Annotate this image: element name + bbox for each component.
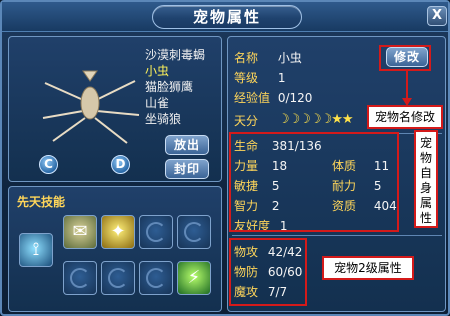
pet-attributes-window: 宠物属性 X 沙漠刺毒蝎 小虫 猫脸狮鹰 山雀 坐骑狼 C D 放出 封印 先天… xyxy=(0,0,450,316)
empty-skill-slot[interactable] xyxy=(139,261,173,295)
rotate-left-button[interactable]: C xyxy=(39,155,58,174)
level-label: 等级 xyxy=(234,71,259,85)
empty-skill-slot[interactable] xyxy=(63,261,97,295)
release-button[interactable]: 放出 xyxy=(165,135,209,155)
annotation-char: 物 xyxy=(419,151,432,165)
talent-label: 天分 xyxy=(234,114,259,128)
self-attrs-annotation: 宠 物 自 身 属 性 xyxy=(416,132,436,226)
annotation-char: 身 xyxy=(419,181,432,195)
scroll-glyph-icon: ⟟ xyxy=(32,239,40,260)
level-value: 1 xyxy=(277,71,286,85)
empty-slot-icon xyxy=(70,268,90,288)
annotation-char: 性 xyxy=(419,211,432,225)
pet-list-item-selected[interactable]: 小虫 xyxy=(145,63,205,79)
pet-panel: 沙漠刺毒蝎 小虫 猫脸狮鹰 山雀 坐骑狼 C D 放出 封印 xyxy=(8,36,222,182)
exp-label: 经验值 xyxy=(234,91,271,105)
empty-slot-icon xyxy=(146,222,166,242)
self-attrs-highlight-box xyxy=(229,132,399,232)
paper-glyph-icon: ✉ xyxy=(72,221,88,242)
empty-slot-icon xyxy=(184,222,204,242)
green-lightning-icon[interactable]: ⚡ xyxy=(177,261,211,295)
claw-glyph-icon: ✦ xyxy=(110,221,126,242)
level-row: 等级 1 xyxy=(234,69,285,86)
innate-skills-title: 先天技能 xyxy=(17,195,66,209)
pet-list: 沙漠刺毒蝎 小虫 猫脸狮鹰 山雀 坐骑狼 xyxy=(145,47,205,127)
pet-list-item[interactable]: 猫脸狮鹰 xyxy=(145,79,205,95)
annotation-char: 宠 xyxy=(419,136,432,150)
divider xyxy=(232,235,442,236)
annotation-char: 自 xyxy=(419,166,432,180)
secondary-annotation: 宠物2级属性 xyxy=(324,258,412,278)
name-value: 小虫 xyxy=(277,51,302,65)
pet-list-item[interactable]: 山雀 xyxy=(145,95,205,111)
close-button[interactable]: X xyxy=(427,6,447,26)
empty-skill-slot[interactable] xyxy=(101,261,135,295)
paper-scroll-icon[interactable]: ✉ xyxy=(63,215,97,249)
talent-stars-icon: ☽☽☽☽☽★★ xyxy=(278,112,354,127)
pet-list-item[interactable]: 沙漠刺毒蝎 xyxy=(145,47,205,63)
empty-skill-slot[interactable] xyxy=(139,215,173,249)
annotation-char: 属 xyxy=(419,196,432,210)
empty-slot-icon xyxy=(146,268,166,288)
empty-skill-slot[interactable] xyxy=(177,215,211,249)
lightning-glyph-icon: ⚡ xyxy=(187,267,201,288)
talent-row: 天分 xyxy=(234,112,258,129)
pet-model-image xyxy=(42,70,140,144)
secondary-attrs-highlight-box xyxy=(229,238,307,306)
exp-value: 0/120 xyxy=(277,91,313,105)
name-row: 名称 小虫 xyxy=(234,49,302,66)
empty-slot-icon xyxy=(108,268,128,288)
rename-highlight-box xyxy=(379,45,431,71)
seal-button[interactable]: 封印 xyxy=(165,159,209,179)
window-title: 宠物属性 xyxy=(152,5,302,29)
talent-scroll-icon[interactable]: ⟟ xyxy=(19,233,53,267)
exp-row: 经验值 0/120 xyxy=(234,89,312,106)
title-bar: 宠物属性 X xyxy=(2,2,448,32)
annotation-arrow-line xyxy=(406,71,408,99)
rotate-right-button[interactable]: D xyxy=(111,155,130,174)
name-label: 名称 xyxy=(234,51,259,65)
pet-list-item[interactable]: 坐骑狼 xyxy=(145,111,205,127)
rename-annotation: 宠物名修改 xyxy=(369,107,441,127)
gold-claw-icon[interactable]: ✦ xyxy=(101,215,135,249)
innate-skills-panel: 先天技能 ⟟ ✉ ✦ ⚡ xyxy=(8,186,222,312)
